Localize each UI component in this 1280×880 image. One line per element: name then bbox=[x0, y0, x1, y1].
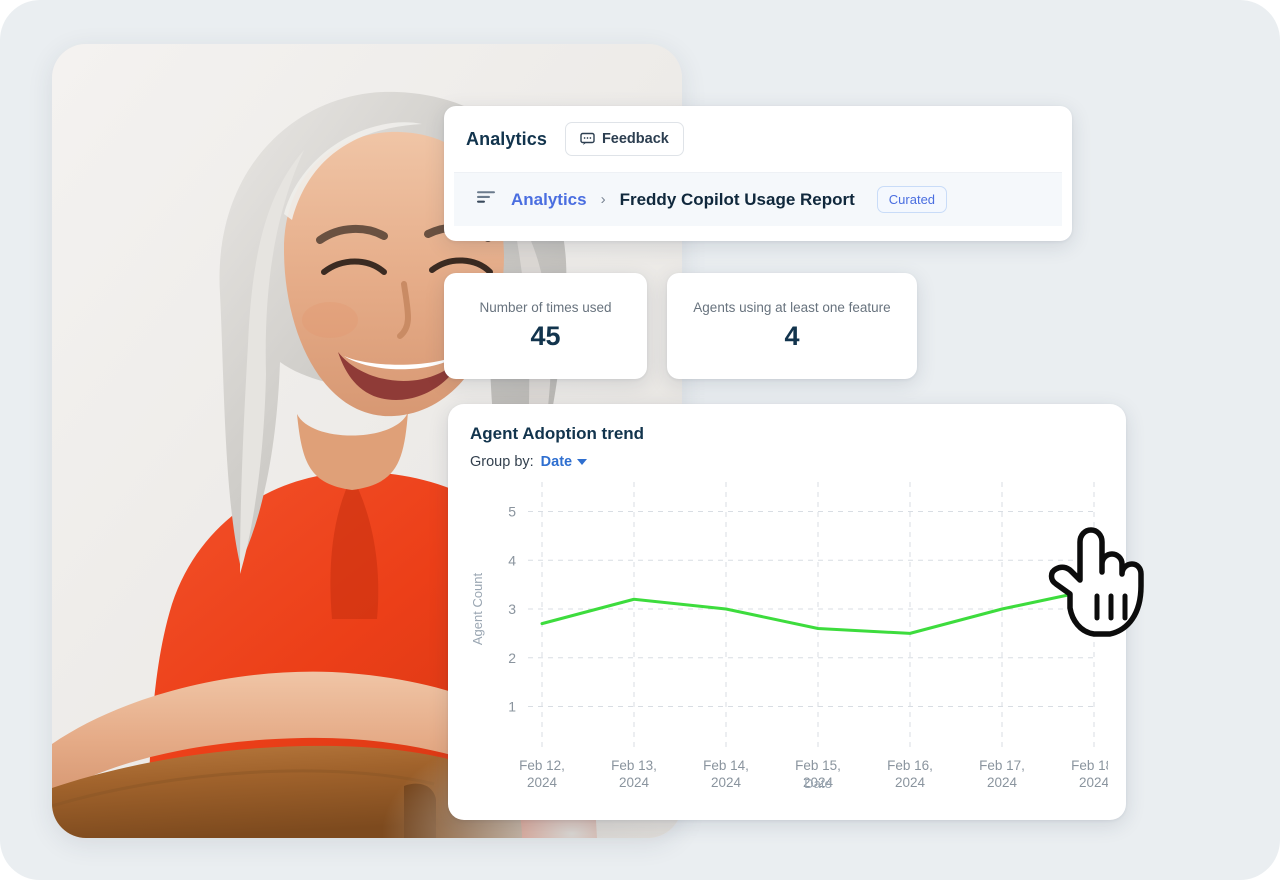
chart-x-tick: Feb 16, bbox=[887, 758, 933, 773]
chart-x-axis-label: Date bbox=[804, 776, 831, 791]
breadcrumb-current: Freddy Copilot Usage Report bbox=[619, 189, 855, 209]
chart-x-tick: 2024 bbox=[527, 775, 558, 790]
chart-x-tick: 2024 bbox=[1079, 775, 1108, 790]
stat-value: 4 bbox=[784, 321, 800, 351]
cheek-left bbox=[302, 302, 358, 338]
chart-x-tick: 2024 bbox=[895, 775, 926, 790]
agent-adoption-trend-card: Agent Adoption trend Group by: Date 1 2 3 4… bbox=[448, 404, 1126, 820]
group-by-control: Group by: Date bbox=[470, 454, 1104, 470]
line-chart-svg: 1 2 3 4 5 Feb 12, 2024 Feb 13, 2024 Feb 14, 2024 F… bbox=[470, 482, 1108, 791]
stat-card-agents-using: Agents using at least one feature 4 bbox=[667, 273, 917, 379]
chart-y-tick: 4 bbox=[508, 552, 516, 568]
chart-x-tick: 2024 bbox=[711, 775, 742, 790]
breadcrumb-separator-icon: › bbox=[600, 191, 606, 208]
analytics-header-card: Analytics Feedback Analytics › Freddy Co… bbox=[444, 106, 1072, 241]
chart-title: Agent Adoption trend bbox=[470, 424, 645, 443]
chart-gridlines bbox=[528, 482, 1095, 748]
page-title: Analytics bbox=[466, 128, 547, 149]
breadcrumb-link-analytics[interactable]: Analytics bbox=[511, 190, 587, 210]
chart-y-tick: 5 bbox=[508, 504, 516, 520]
feedback-button[interactable]: Feedback bbox=[564, 122, 684, 156]
chart-y-tick: 3 bbox=[508, 601, 516, 617]
chart-y-axis-label: Agent Count bbox=[470, 572, 485, 645]
chart-y-tick-labels: 1 2 3 4 5 bbox=[508, 504, 516, 715]
chart-x-tick: Feb 17, bbox=[979, 758, 1025, 773]
chart-plot-area: 1 2 3 4 5 Feb 12, 2024 Feb 13, 2024 Feb 14, 2024 F… bbox=[464, 478, 1108, 798]
breadcrumb: Analytics › Freddy Copilot Usage Report … bbox=[454, 172, 1062, 226]
group-by-label: Group by: bbox=[470, 454, 534, 470]
chart-y-tick: 2 bbox=[508, 650, 516, 666]
chart-x-tick: 2024 bbox=[987, 775, 1018, 790]
chevron-down-icon[interactable] bbox=[577, 459, 588, 465]
chart-x-tick: Feb 18, bbox=[1071, 758, 1108, 773]
chart-x-tick: Feb 15, bbox=[795, 758, 841, 773]
screenshot-root: Analytics Feedback Analytics › Freddy Co… bbox=[0, 0, 1280, 880]
stat-value: 45 bbox=[530, 321, 561, 351]
chart-x-tick: Feb 12, bbox=[519, 758, 565, 773]
stat-card-times-used: Number of times used 45 bbox=[444, 273, 647, 379]
chart-y-tick: 1 bbox=[508, 699, 516, 715]
chart-x-tick: Feb 13, bbox=[611, 758, 657, 773]
chat-bubble-icon bbox=[580, 132, 595, 146]
status-badge: Curated bbox=[876, 186, 948, 213]
chart-x-tick: 2024 bbox=[619, 775, 650, 790]
group-by-value[interactable]: Date bbox=[541, 454, 572, 470]
feedback-button-label: Feedback bbox=[601, 131, 669, 147]
stat-label: Number of times used bbox=[479, 300, 612, 315]
stat-label: Agents using at least one feature bbox=[693, 300, 891, 315]
align-left-icon[interactable] bbox=[476, 189, 497, 210]
chart-x-tick: Feb 14, bbox=[703, 758, 749, 773]
header-toolbar: Analytics Feedback bbox=[444, 106, 1072, 172]
